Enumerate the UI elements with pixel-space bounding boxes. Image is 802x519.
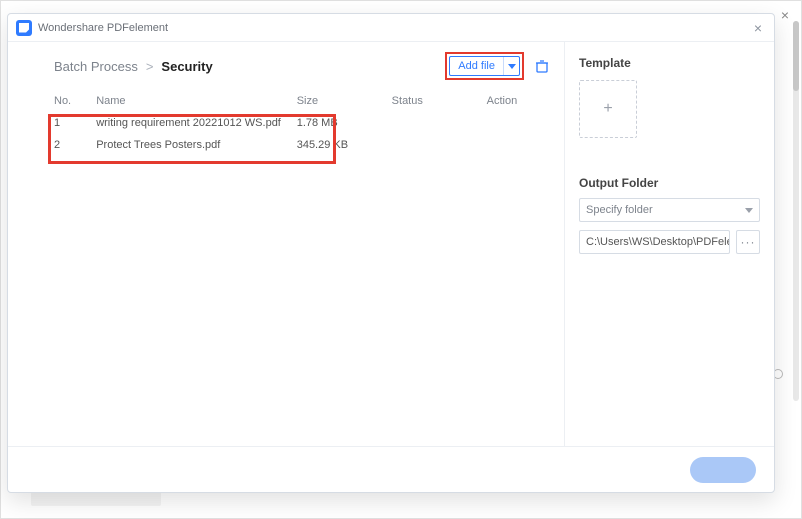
cell-status bbox=[392, 134, 487, 156]
apply-button[interactable] bbox=[690, 457, 756, 483]
output-title: Output Folder bbox=[579, 176, 760, 190]
modal-title: Wondershare PDFelement bbox=[38, 22, 168, 34]
cell-action bbox=[487, 112, 550, 134]
folder-mode-select[interactable]: Specify folder bbox=[579, 198, 760, 222]
table-header-row: No. Name Size Status Action bbox=[54, 90, 550, 112]
template-section: Template + bbox=[579, 56, 760, 138]
breadcrumb: Batch Process > Security bbox=[54, 59, 213, 74]
file-table-area: No. Name Size Status Action 1 writing re… bbox=[54, 90, 550, 156]
folder-mode-label: Specify folder bbox=[586, 204, 653, 216]
template-title: Template bbox=[579, 56, 760, 70]
add-file-button[interactable]: Add file bbox=[449, 56, 520, 76]
output-path-row: C:\Users\WS\Desktop\PDFelement\Sec ··· bbox=[579, 230, 760, 254]
modal-body: Batch Process > Security Add file bbox=[8, 42, 774, 446]
toolbar-right: Add file bbox=[445, 52, 550, 80]
app-logo-icon bbox=[16, 20, 32, 36]
addfile-highlight: Add file bbox=[445, 52, 524, 80]
cell-no: 2 bbox=[54, 134, 96, 156]
col-size: Size bbox=[297, 90, 392, 112]
cell-name: writing requirement 20221012 WS.pdf bbox=[96, 112, 297, 134]
cell-status bbox=[392, 112, 487, 134]
chevron-down-icon bbox=[745, 208, 753, 213]
scrollbar[interactable] bbox=[793, 21, 799, 401]
chevron-right-icon: > bbox=[146, 59, 154, 74]
table-row[interactable]: 2 Protect Trees Posters.pdf 345.29 KB bbox=[54, 134, 550, 156]
chevron-down-icon[interactable] bbox=[503, 57, 519, 75]
browse-folder-button[interactable]: ··· bbox=[736, 230, 760, 254]
outer-close-icon[interactable]: × bbox=[781, 7, 789, 23]
modal-footer bbox=[8, 446, 774, 492]
breadcrumb-current: Security bbox=[161, 59, 212, 74]
batch-process-modal: Wondershare PDFelement × Batch Process >… bbox=[7, 13, 775, 493]
col-no: No. bbox=[54, 90, 96, 112]
table-row[interactable]: 1 writing requirement 20221012 WS.pdf 1.… bbox=[54, 112, 550, 134]
desktop-window: × CI 5.8 Wondershare PDFelement × bbox=[0, 0, 802, 519]
breadcrumb-root[interactable]: Batch Process bbox=[54, 59, 138, 74]
breadcrumb-row: Batch Process > Security Add file bbox=[54, 52, 550, 80]
plus-icon: + bbox=[603, 100, 612, 118]
add-file-label: Add file bbox=[450, 57, 503, 75]
output-section: Output Folder Specify folder C:\Users\WS… bbox=[579, 176, 760, 254]
add-template-button[interactable]: + bbox=[579, 80, 637, 138]
col-status: Status bbox=[392, 90, 487, 112]
modal-titlebar: Wondershare PDFelement × bbox=[8, 14, 774, 42]
modal-close-icon[interactable]: × bbox=[750, 20, 766, 36]
main-pane: Batch Process > Security Add file bbox=[8, 42, 564, 446]
cell-size: 1.78 MB bbox=[297, 112, 392, 134]
output-path-field[interactable]: C:\Users\WS\Desktop\PDFelement\Sec bbox=[579, 230, 730, 254]
cell-name: Protect Trees Posters.pdf bbox=[96, 134, 297, 156]
side-pane: Template + Output Folder Specify folder bbox=[564, 42, 774, 446]
cell-action bbox=[487, 134, 550, 156]
cell-no: 1 bbox=[54, 112, 96, 134]
cell-size: 345.29 KB bbox=[297, 134, 392, 156]
col-action: Action bbox=[487, 90, 550, 112]
clear-list-icon[interactable] bbox=[534, 58, 550, 74]
col-name: Name bbox=[96, 90, 297, 112]
file-table: No. Name Size Status Action 1 writing re… bbox=[54, 90, 550, 156]
